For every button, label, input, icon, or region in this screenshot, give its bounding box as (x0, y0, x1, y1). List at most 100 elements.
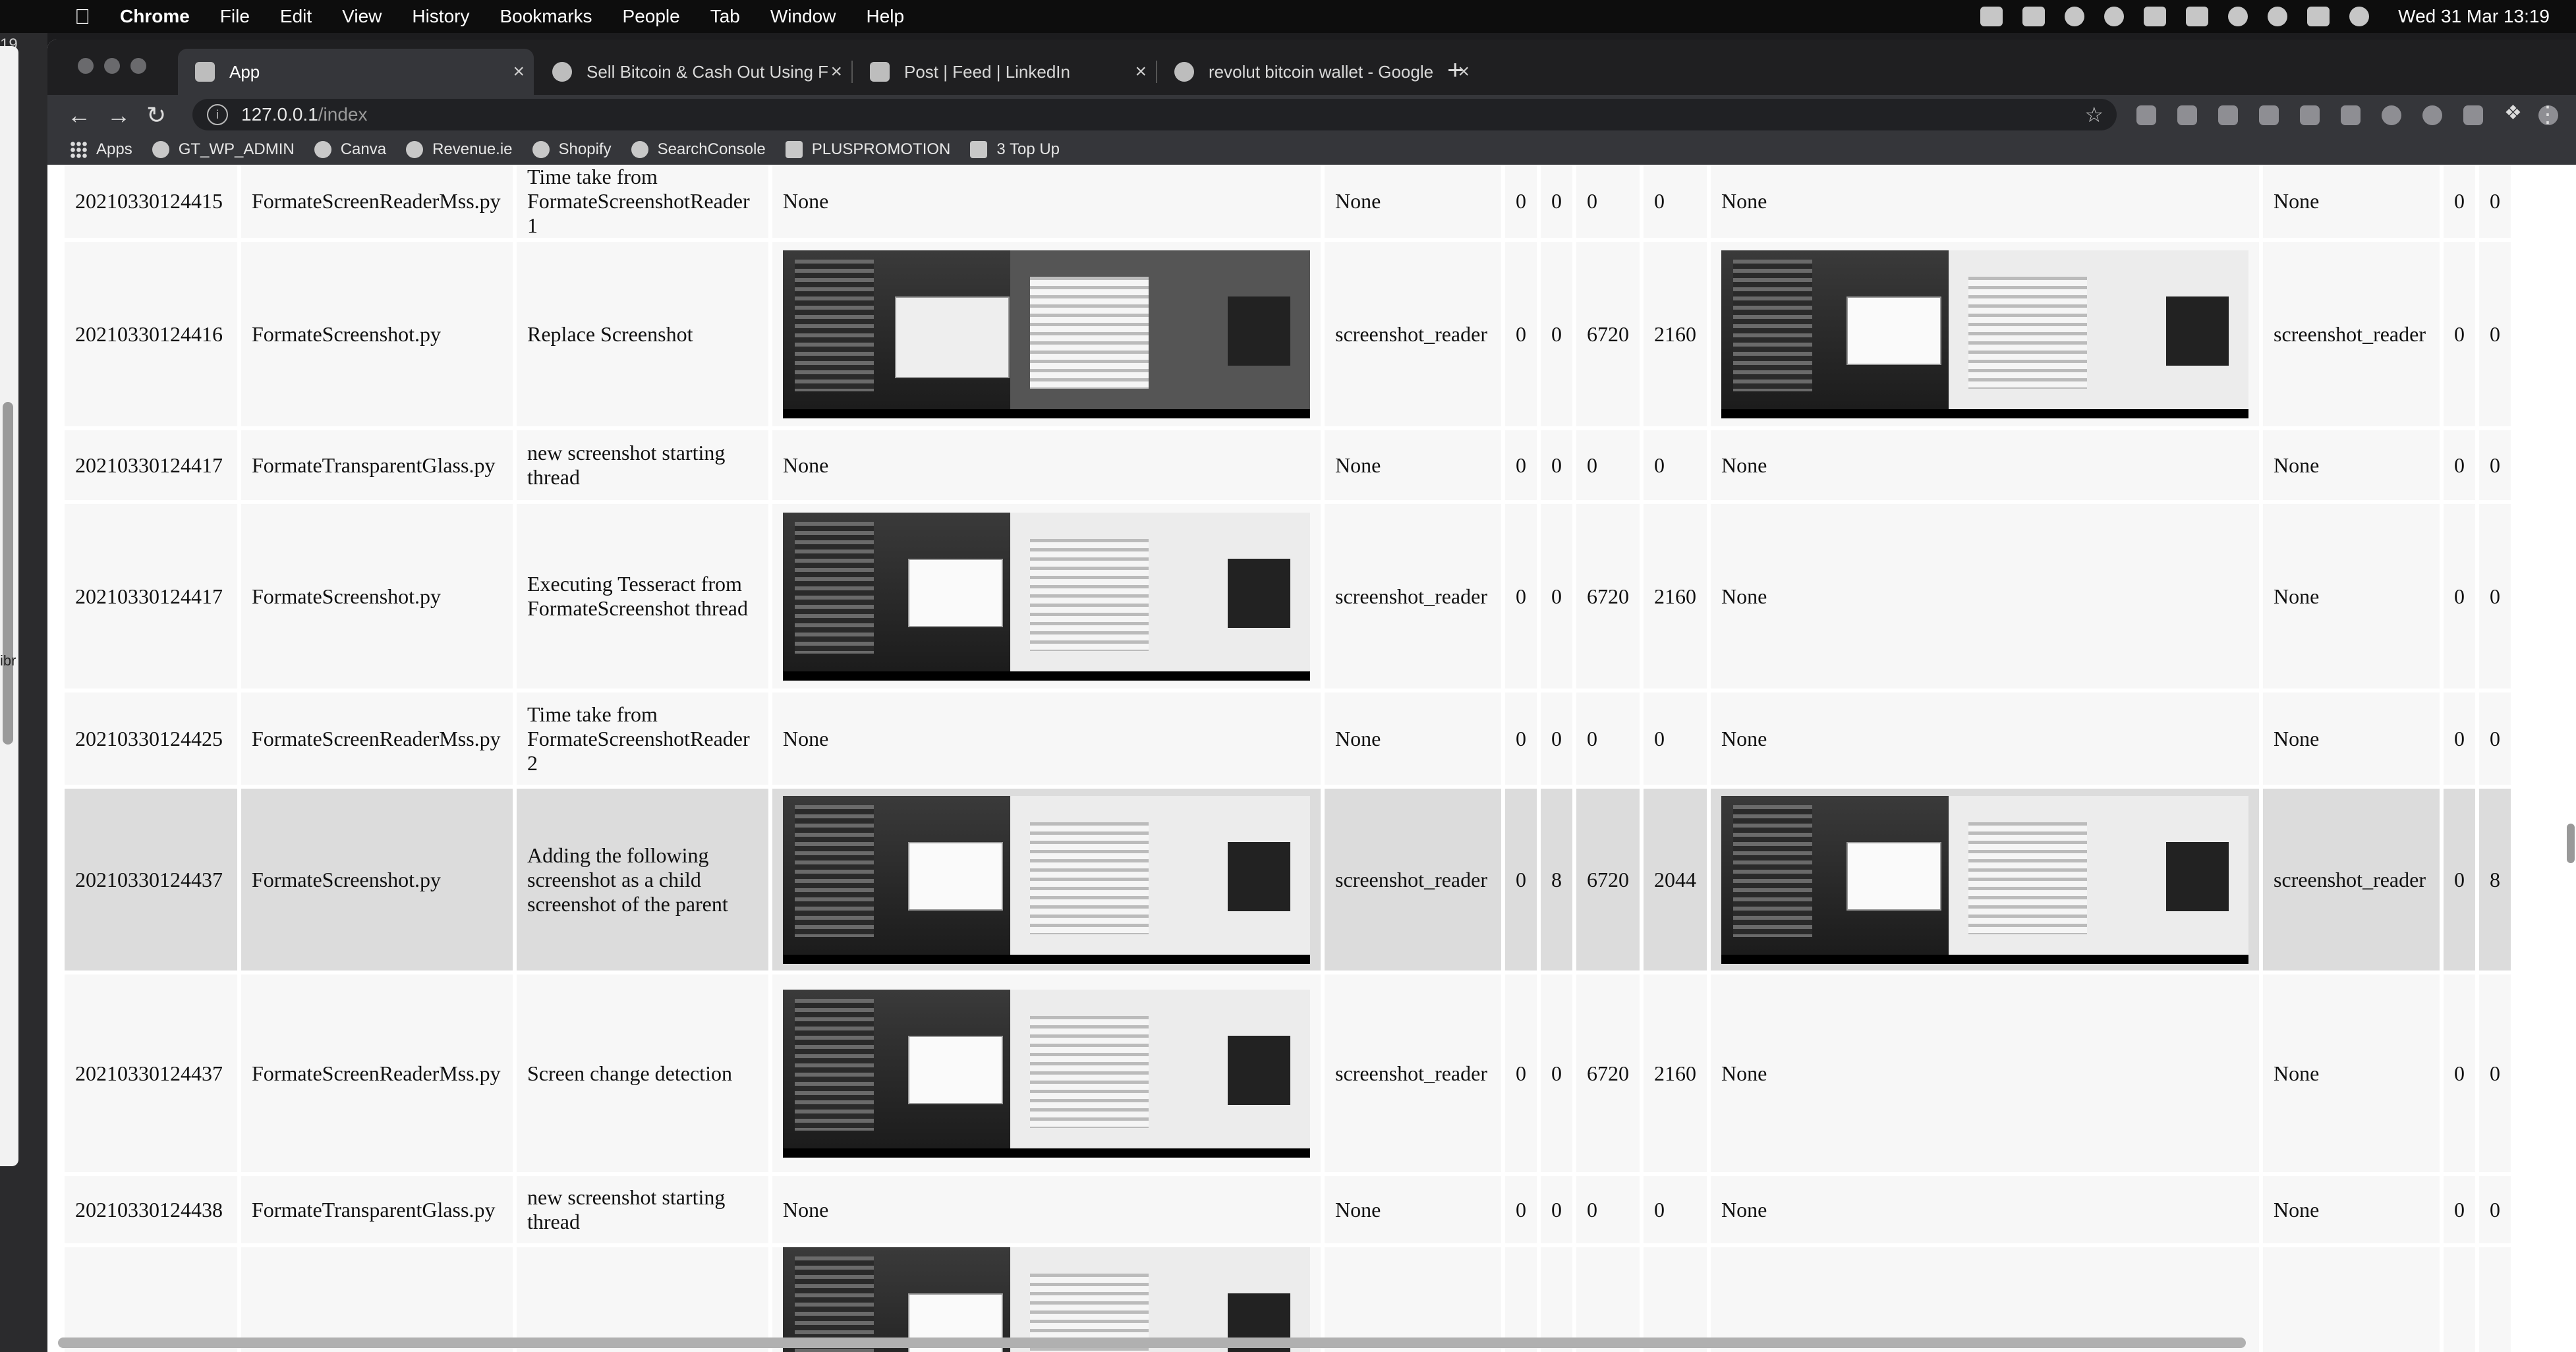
new-tab-plus-icon[interactable]: + (1447, 54, 1464, 86)
notification-icon[interactable] (1980, 7, 2003, 26)
background-window-scrollbar[interactable] (3, 402, 13, 745)
menu-app-chrome[interactable]: Chrome (120, 6, 190, 27)
row-message: new screenshot starting thread (517, 430, 768, 500)
menu-edit[interactable]: Edit (280, 6, 312, 27)
google-icon (1174, 62, 1194, 82)
stats-icon[interactable] (2065, 7, 2085, 26)
user-icon[interactable] (2144, 7, 2167, 26)
bookmark-label: SearchConsole (657, 140, 766, 158)
row-value-c: 0 (2444, 430, 2475, 500)
grammarly-extension-icon[interactable] (2382, 105, 2401, 125)
menu-people[interactable]: People (623, 6, 680, 27)
circle-extension-icon[interactable] (2422, 105, 2442, 125)
bookmark-3-top-up[interactable]: 3 Top Up (970, 140, 1060, 159)
row-image-2: None (1711, 430, 2259, 500)
bookmark-label: Canva (340, 140, 387, 158)
telegram-icon[interactable] (2104, 7, 2125, 26)
bookmark-pluspromotion[interactable]: PLUSPROMOTION (785, 140, 950, 159)
screenshot-thumbnail[interactable] (783, 512, 1310, 681)
bookmark-searchconsole[interactable]: SearchConsole (631, 140, 766, 159)
tab-app[interactable]: App × (178, 49, 534, 95)
control-center-icon[interactable] (2307, 7, 2330, 26)
bookmark-apps[interactable]: Apps (70, 140, 132, 159)
tab-close-icon[interactable]: × (1135, 61, 1147, 83)
menu-history[interactable]: History (412, 6, 469, 27)
bookmark-label: Apps (96, 140, 132, 158)
horizontal-scrollbar[interactable] (58, 1338, 2246, 1348)
tab-linkedin[interactable]: Post | Feed | LinkedIn × (853, 49, 1157, 95)
close-window-button[interactable] (78, 58, 94, 74)
chrome-menu-icon[interactable]: ⋮ (2536, 101, 2559, 128)
forward-arrow-icon[interactable]: → (107, 101, 130, 129)
browser-toolbar: ← → ↻ i 127.0.0.1/index ☆ ❖ ⋮ (47, 95, 2576, 134)
screenshot-thumbnail[interactable] (783, 1247, 1310, 1352)
row-value-c: 0 (2444, 504, 2475, 689)
diamond-extension-icon[interactable] (2177, 105, 2197, 125)
tab-google-search[interactable]: revolut bitcoin wallet - Google × (1157, 49, 1479, 95)
pen-extension-icon[interactable] (2136, 105, 2156, 125)
tag-extension-icon[interactable] (2218, 105, 2238, 125)
row-value-b: 8 (1541, 789, 1572, 971)
bookmark-shopify[interactable]: Shopify (532, 140, 612, 159)
screenshot-thumbnail[interactable] (783, 989, 1310, 1158)
row-file: FormateScreenshot.py (241, 242, 513, 426)
menu-tab[interactable]: Tab (710, 6, 740, 27)
bookmark-gt-wp-admin[interactable]: GT_WP_ADMIN (152, 140, 295, 159)
menu-bar-clock[interactable]: Wed 31 Mar 13:19 (2398, 6, 2550, 27)
spotlight-search-icon[interactable] (2268, 7, 2288, 26)
row-image-1: None (772, 430, 1321, 500)
bookmark-label: GT_WP_ADMIN (178, 140, 295, 158)
linkedin-icon (870, 62, 890, 82)
menu-help[interactable]: Help (866, 6, 904, 27)
row-value-d: 8 (2479, 789, 2511, 971)
row-image-2: None (1711, 692, 2259, 785)
menu-window[interactable]: Window (770, 6, 836, 27)
row-source-2: None (2263, 1176, 2440, 1243)
minimize-window-button[interactable] (104, 58, 120, 74)
menu-bookmarks[interactable]: Bookmarks (500, 6, 592, 27)
printer-icon[interactable] (2022, 7, 2046, 26)
row-value-d: 0 (2479, 974, 2511, 1172)
zoom-window-button[interactable] (130, 58, 146, 74)
apps-grid-icon (70, 141, 87, 158)
address-path: /index (318, 104, 368, 125)
row-width: 0 (1576, 430, 1640, 500)
bookmark-revenue[interactable]: Revenue.ie (406, 140, 513, 159)
row-image-1: None (772, 165, 1321, 238)
row-width: 6720 (1576, 789, 1640, 971)
apple-menu-icon[interactable]:  (71, 5, 94, 28)
table-row-partial (65, 1247, 2511, 1352)
window-extension-icon[interactable] (2300, 105, 2320, 125)
address-bar[interactable]: i 127.0.0.1/index ☆ (192, 99, 2117, 130)
row-value-c: 0 (2444, 165, 2475, 238)
site-info-icon[interactable]: i (207, 104, 228, 125)
row-image-2: None (1711, 1176, 2259, 1243)
tab-close-icon[interactable]: × (830, 61, 842, 83)
a-extension-icon[interactable] (2341, 105, 2361, 125)
siri-icon[interactable] (2349, 7, 2370, 26)
row-file: FormateScreenReaderMss.py (241, 165, 513, 238)
screenshot-thumbnail[interactable] (783, 250, 1310, 418)
menu-file[interactable]: File (220, 6, 250, 27)
screenshot-thumbnail[interactable] (1721, 795, 2248, 964)
pluspromotion-icon (785, 141, 803, 158)
tab-sell-bitcoin[interactable]: Sell Bitcoin & Cash Out Using F × (535, 49, 853, 95)
row-value-a: 0 (1505, 165, 1537, 238)
vertical-scrollbar[interactable] (2567, 824, 2575, 863)
row-value-c: 0 (2444, 789, 2475, 971)
tab-close-icon[interactable]: × (513, 61, 525, 83)
bookmark-canva[interactable]: Canva (314, 140, 386, 159)
puzzle-extensions-icon[interactable]: ❖ (2504, 101, 2524, 124)
reload-icon[interactable]: ↻ (146, 101, 166, 129)
battery-icon[interactable] (2186, 7, 2209, 26)
screenshot-thumbnail[interactable] (783, 795, 1310, 964)
u-extension-icon[interactable] (2463, 105, 2483, 125)
back-arrow-icon[interactable]: ← (67, 101, 91, 129)
screenshot-thumbnail[interactable] (1721, 250, 2248, 418)
bookmark-star-icon[interactable]: ☆ (2084, 102, 2104, 127)
stack-extension-icon[interactable] (2259, 105, 2279, 125)
wifi-icon[interactable] (2228, 7, 2248, 26)
screenshot-log-table: 20210330124415 FormateScreenReaderMss.py… (61, 165, 2515, 1352)
tab-title: App (229, 61, 260, 82)
menu-view[interactable]: View (342, 6, 382, 27)
